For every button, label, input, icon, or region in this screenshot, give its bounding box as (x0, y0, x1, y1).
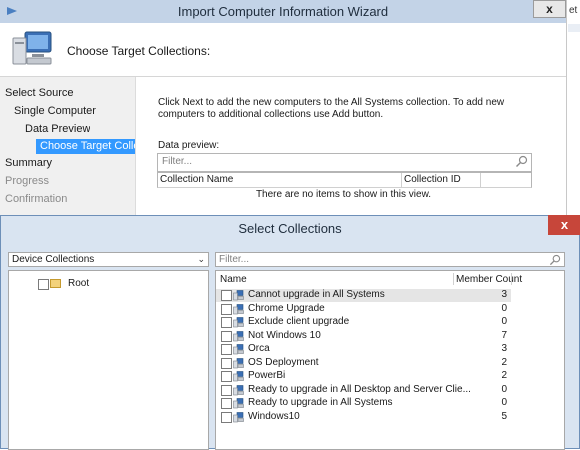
collection-row[interactable]: Chrome Upgrade 0 (216, 303, 511, 316)
collection-member-count: 3 (501, 289, 507, 300)
collection-name: Windows10 (248, 410, 300, 422)
collection-icon (233, 411, 244, 422)
collection-checkbox[interactable] (221, 357, 232, 369)
computer-icon (12, 31, 52, 65)
wizard-close-button[interactable]: x (533, 0, 566, 18)
collection-name: Chrome Upgrade (248, 302, 325, 314)
collection-member-count: 5 (501, 410, 507, 422)
collection-icon (233, 384, 244, 395)
select-collections-dialog: Select Collections x Device Collections … (0, 215, 580, 450)
collection-checkbox[interactable] (221, 344, 232, 355)
collection-name: Ready to upgrade in All Desktop and Serv… (248, 383, 471, 395)
tree-root-label[interactable]: Root (68, 278, 89, 289)
collection-member-count: 3 (501, 343, 507, 354)
collection-checkbox[interactable] (221, 384, 232, 396)
collection-member-count: 0 (501, 316, 507, 327)
wizard-header: Choose Target Collections: (0, 23, 566, 77)
wizard-instructions: Click Next to add the new computers to t… (158, 97, 505, 120)
collection-icon (233, 371, 244, 382)
collection-name: PowerBi (248, 370, 286, 381)
collection-checkbox[interactable] (221, 317, 232, 328)
dialog-close-button[interactable]: x (548, 215, 580, 235)
collection-checkbox[interactable] (221, 411, 232, 423)
collection-member-count: 2 (501, 370, 507, 381)
search-icon (516, 155, 528, 167)
collection-checkbox[interactable] (221, 371, 232, 382)
background-window-text: et (569, 5, 578, 16)
collection-row[interactable]: Not Windows 10 7 (216, 330, 511, 343)
collection-row[interactable]: OS Deployment 2 (216, 357, 511, 370)
collection-name: Not Windows 10 (248, 329, 321, 341)
collection-name: Orca (248, 343, 270, 354)
collection-icon (233, 303, 244, 314)
dialog-filter-placeholder: Filter... (219, 254, 250, 265)
column-header-name[interactable]: Name (220, 274, 247, 285)
nav-step-summary[interactable]: Summary (5, 157, 52, 169)
collection-checkbox[interactable] (221, 303, 232, 315)
collection-member-count: 7 (501, 329, 507, 341)
collection-icon (233, 317, 244, 328)
collections-list: Name Member Count Cannot upgrade in All … (215, 270, 565, 450)
nav-step-single-computer[interactable]: Single Computer (14, 105, 96, 117)
column-divider[interactable] (401, 173, 402, 187)
dialog-filter-input[interactable]: Filter... (215, 252, 565, 267)
wizard-page-heading: Choose Target Collections: (67, 44, 211, 58)
collection-row[interactable]: Orca 3 (216, 343, 511, 356)
collection-name: Ready to upgrade in All Systems (248, 397, 393, 408)
collection-name: OS Deployment (248, 356, 319, 368)
collection-name: Cannot upgrade in All Systems (248, 289, 385, 300)
collection-folder-tree[interactable]: Root (8, 270, 209, 450)
collection-icon (233, 357, 244, 368)
tree-root-checkbox[interactable] (38, 279, 49, 290)
wizard-grid-header: Collection Name Collection ID (157, 172, 532, 188)
collection-checkbox[interactable] (221, 290, 232, 301)
search-icon (549, 254, 561, 266)
collection-checkbox[interactable] (221, 398, 232, 409)
collection-type-value: Device Collections (12, 254, 95, 265)
collection-member-count: 2 (501, 356, 507, 368)
collection-member-count: 0 (501, 302, 507, 314)
collection-icon (233, 290, 244, 301)
background-window-bar (568, 24, 580, 32)
chevron-down-icon: ⌄ (197, 254, 205, 264)
empty-grid-message: There are no items to show in this view. (255, 189, 432, 200)
collection-icon (233, 330, 244, 341)
nav-step-data-preview[interactable]: Data Preview (25, 123, 90, 135)
collection-icon (233, 344, 244, 355)
wizard-title-bar[interactable]: Import Computer Information Wizard (0, 0, 566, 24)
collection-row[interactable]: Ready to upgrade in All Desktop and Serv… (216, 384, 511, 397)
dialog-title: Select Collections (238, 221, 342, 236)
column-divider[interactable] (480, 173, 481, 187)
nav-step-choose-target-collections[interactable]: Choose Target Collect (36, 139, 135, 154)
collection-row[interactable]: Cannot upgrade in All Systems 3 (216, 289, 511, 302)
wizard-title: Import Computer Information Wizard (177, 4, 389, 19)
folder-icon (50, 279, 61, 288)
nav-step-progress: Progress (5, 175, 50, 187)
column-divider[interactable] (453, 273, 454, 285)
nav-step-select-source[interactable]: Select Source (5, 87, 73, 99)
collection-member-count: 0 (501, 383, 507, 395)
nav-step-confirmation: Confirmation (5, 193, 68, 205)
collection-row[interactable]: Exclude client upgrade 0 (216, 316, 511, 329)
column-divider[interactable] (511, 273, 512, 285)
wizard-filter-placeholder: Filter... (162, 156, 193, 167)
data-preview-label: Data preview: (158, 140, 220, 151)
column-header-collection-name[interactable]: Collection Name (160, 174, 233, 185)
collection-row[interactable]: Ready to upgrade in All Systems 0 (216, 397, 511, 410)
collection-member-count: 0 (501, 397, 507, 408)
wizard-filter-input[interactable]: Filter... (157, 153, 532, 172)
collection-name: Exclude client upgrade (248, 316, 350, 327)
collection-checkbox[interactable] (221, 330, 232, 342)
collection-type-select[interactable]: Device Collections ⌄ (8, 252, 209, 267)
column-header-collection-id[interactable]: Collection ID (404, 174, 461, 185)
collection-row[interactable]: PowerBi 2 (216, 370, 511, 383)
column-header-member-count[interactable]: Member Count (456, 274, 522, 285)
collection-icon (233, 398, 244, 409)
collection-row[interactable]: Windows10 5 (216, 411, 511, 424)
